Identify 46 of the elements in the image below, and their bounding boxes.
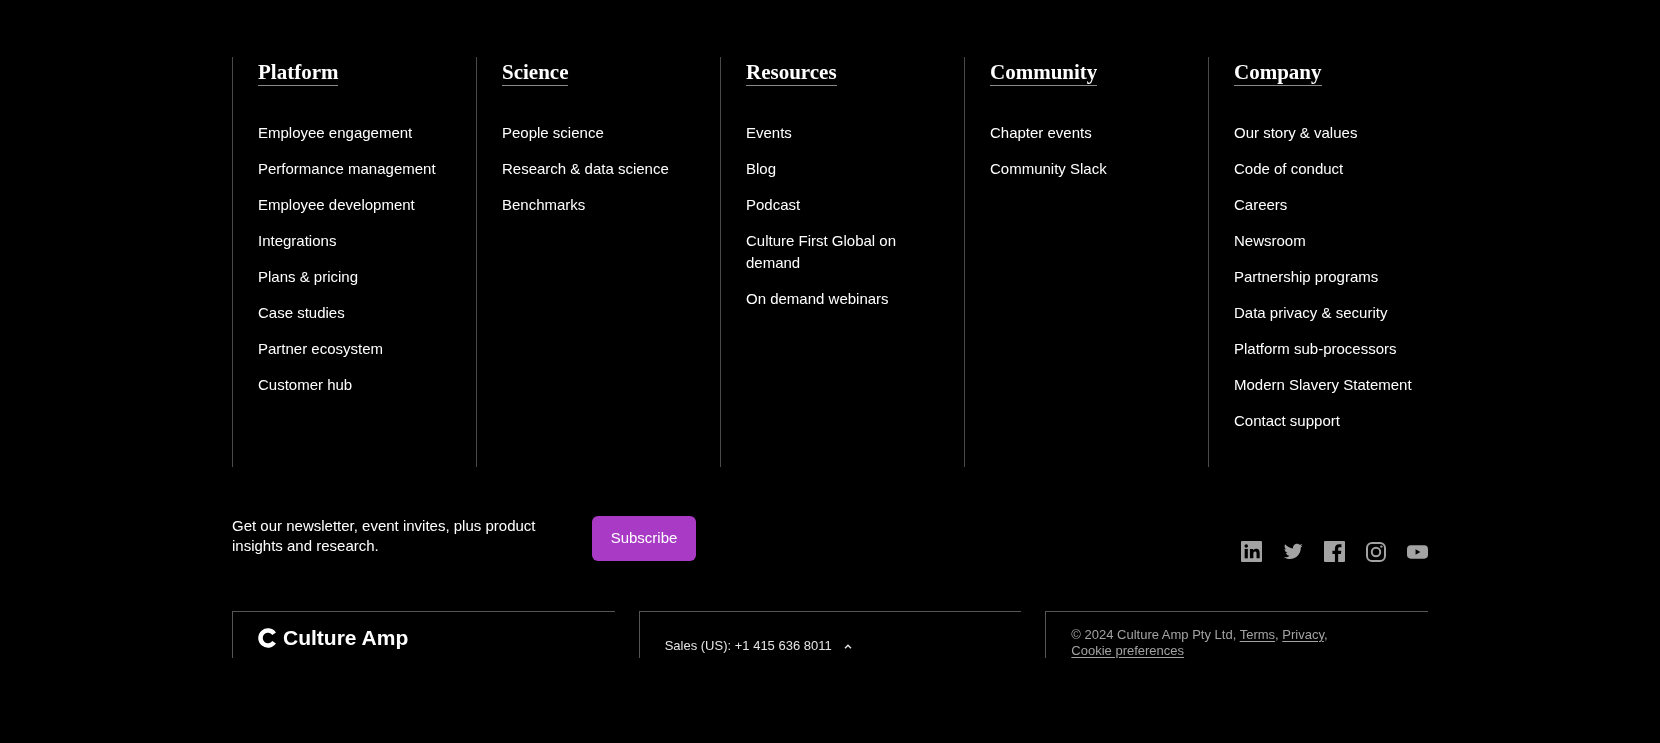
- caret-icon: [843, 643, 852, 649]
- column-heading: Resources: [746, 59, 837, 86]
- footer-link[interactable]: Platform sub-processors: [1234, 338, 1397, 360]
- footer-link[interactable]: Careers: [1234, 194, 1288, 216]
- footer-link[interactable]: Integrations: [258, 230, 337, 252]
- instagram-icon[interactable]: [1366, 541, 1386, 562]
- logo-icon: [258, 627, 278, 648]
- footer-link[interactable]: Benchmarks: [502, 194, 586, 216]
- footer-link[interactable]: Code of conduct: [1234, 158, 1344, 180]
- footer-link[interactable]: People science: [502, 122, 604, 144]
- footer-link[interactable]: Partner ecosystem: [258, 338, 384, 360]
- column-heading: Platform: [258, 59, 339, 86]
- column-heading: Community: [990, 59, 1098, 86]
- footer-link[interactable]: Partnership programs: [1234, 266, 1379, 288]
- column-heading: Science: [502, 59, 569, 86]
- footer-link[interactable]: Chapter events: [990, 122, 1092, 144]
- footer-link[interactable]: Employee engagement: [258, 122, 413, 144]
- footer-link[interactable]: Data privacy & security: [1234, 302, 1388, 324]
- copyright-text: © 2024 Culture Amp Pty Ltd, Terms, Privacy, Cookie preferences: [1071, 627, 1329, 659]
- subscribe-button[interactable]: Subscribe: [592, 516, 696, 561]
- footer-link[interactable]: Community Slack: [990, 158, 1107, 180]
- newsletter-text: Get our newsletter, event invites, plus product insights and research.: [232, 516, 537, 556]
- footer-link[interactable]: Modern Slavery Statement: [1234, 374, 1412, 396]
- sales-dropdown[interactable]: Sales (US): +1 415 636 8011: [664, 638, 852, 654]
- legal-link[interactable]: Cookie preferences: [1071, 643, 1185, 658]
- youtube-icon[interactable]: [1407, 544, 1428, 559]
- facebook-icon[interactable]: [1324, 541, 1345, 562]
- footer-link[interactable]: Customer hub: [258, 374, 353, 396]
- footer-link[interactable]: Culture First Global on demand: [746, 230, 940, 274]
- footer-link[interactable]: On demand webinars: [746, 288, 889, 310]
- footer-link[interactable]: Podcast: [746, 194, 801, 216]
- footer-link[interactable]: Events: [746, 122, 792, 144]
- footer-link[interactable]: Blog: [746, 158, 777, 180]
- footer-link[interactable]: Research & data science: [502, 158, 669, 180]
- footer-link[interactable]: Case studies: [258, 302, 345, 324]
- linkedin-icon[interactable]: [1241, 541, 1262, 562]
- column-heading: Company: [1234, 59, 1322, 86]
- footer-link[interactable]: Employee development: [258, 194, 415, 216]
- logo-link[interactable]: Culture Amp: [258, 627, 409, 648]
- legal-link[interactable]: Privacy: [1282, 627, 1324, 642]
- footer-link[interactable]: Performance management: [258, 158, 436, 180]
- footer-link[interactable]: Newsroom: [1234, 230, 1306, 252]
- footer-link[interactable]: Contact support: [1234, 410, 1340, 432]
- twitter-icon[interactable]: [1283, 543, 1303, 560]
- footer-link[interactable]: Our story & values: [1234, 122, 1358, 144]
- footer-link[interactable]: Plans & pricing: [258, 266, 359, 288]
